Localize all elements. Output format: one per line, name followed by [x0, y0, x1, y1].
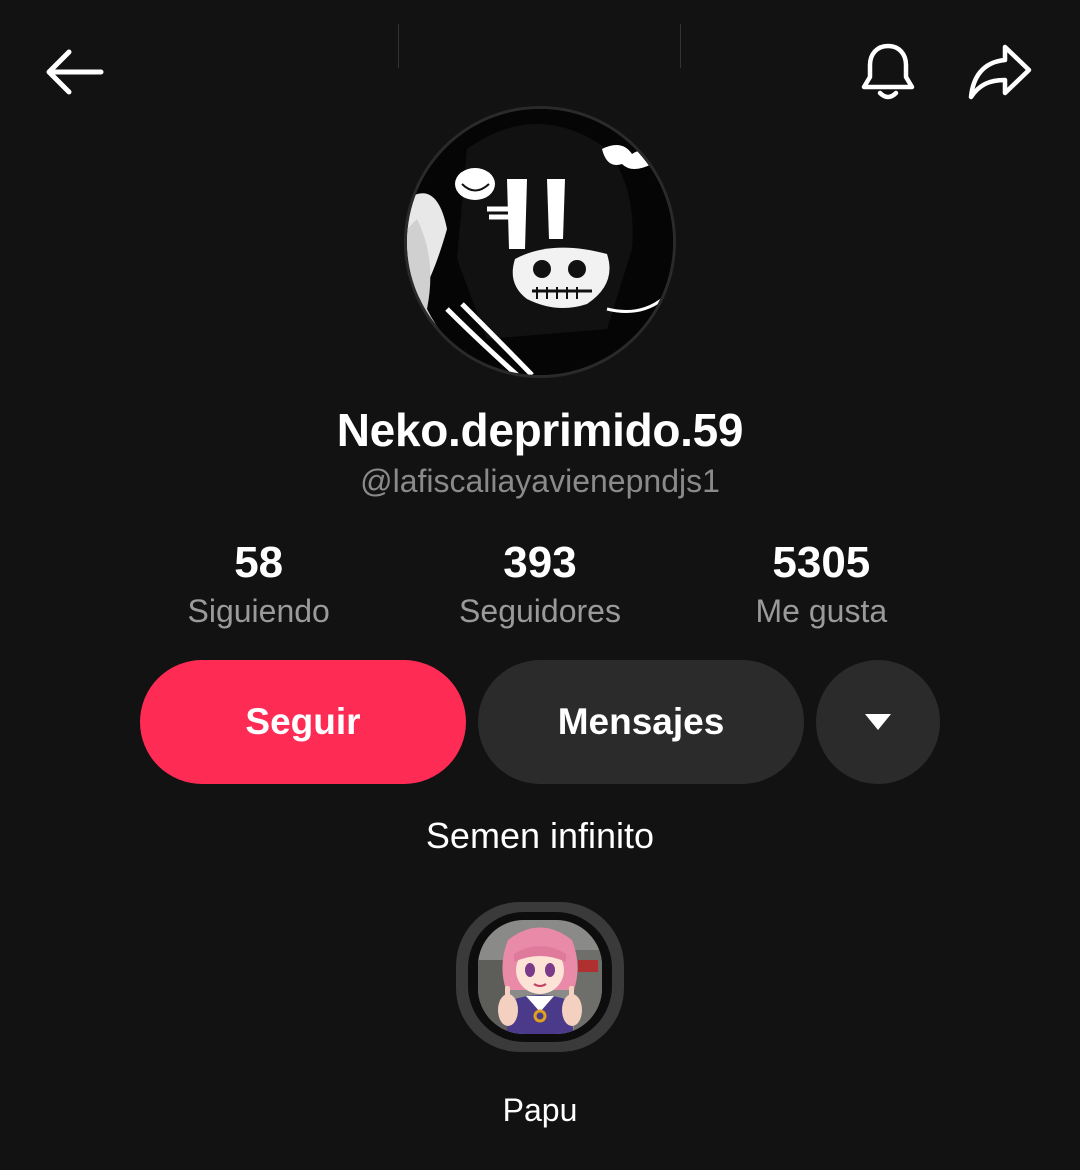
- stats-row: 58 Siguiendo 393 Seguidores 5305 Me gust…: [118, 536, 962, 636]
- display-name: Neko.deprimido.59: [336, 404, 744, 456]
- stat-value: 393: [503, 538, 577, 587]
- profile-bio: Semen infinito: [425, 815, 655, 856]
- username-handle: @lafiscaliayavienepndjs1: [360, 463, 720, 499]
- caret-down-icon: [865, 714, 891, 730]
- stat-divider: [398, 24, 399, 68]
- stat-likes[interactable]: 5305 Me gusta: [681, 536, 962, 636]
- more-options-button[interactable]: [816, 660, 940, 784]
- share-button[interactable]: [960, 32, 1040, 112]
- stat-followers[interactable]: 393 Seguidores: [399, 536, 680, 636]
- message-button[interactable]: Mensajes: [478, 660, 804, 784]
- stat-value: 5305: [772, 538, 871, 587]
- stat-label: Seguidores: [459, 593, 621, 629]
- share-arrow-icon: [968, 44, 1032, 100]
- highlight-border: [468, 912, 612, 1042]
- highlight-ring: [456, 902, 624, 1052]
- highlight-thumbnail: [478, 920, 602, 1034]
- profile-avatar[interactable]: [404, 106, 676, 378]
- stat-label: Me gusta: [755, 593, 888, 629]
- stat-following[interactable]: 58 Siguiendo: [118, 536, 399, 636]
- stat-label: Siguiendo: [187, 593, 330, 629]
- stat-value: 58: [234, 538, 284, 587]
- highlight-label: Papu: [502, 1092, 578, 1128]
- stat-divider: [680, 24, 681, 68]
- bell-icon: [861, 43, 915, 100]
- highlight-item[interactable]: Papu: [456, 902, 624, 1128]
- highlight-image: [478, 920, 602, 1034]
- notification-bell-button[interactable]: [848, 32, 928, 112]
- back-button[interactable]: [34, 32, 114, 112]
- avatar-image: [407, 109, 673, 375]
- arrow-left-icon: [46, 49, 104, 95]
- follow-button[interactable]: Seguir: [140, 660, 466, 784]
